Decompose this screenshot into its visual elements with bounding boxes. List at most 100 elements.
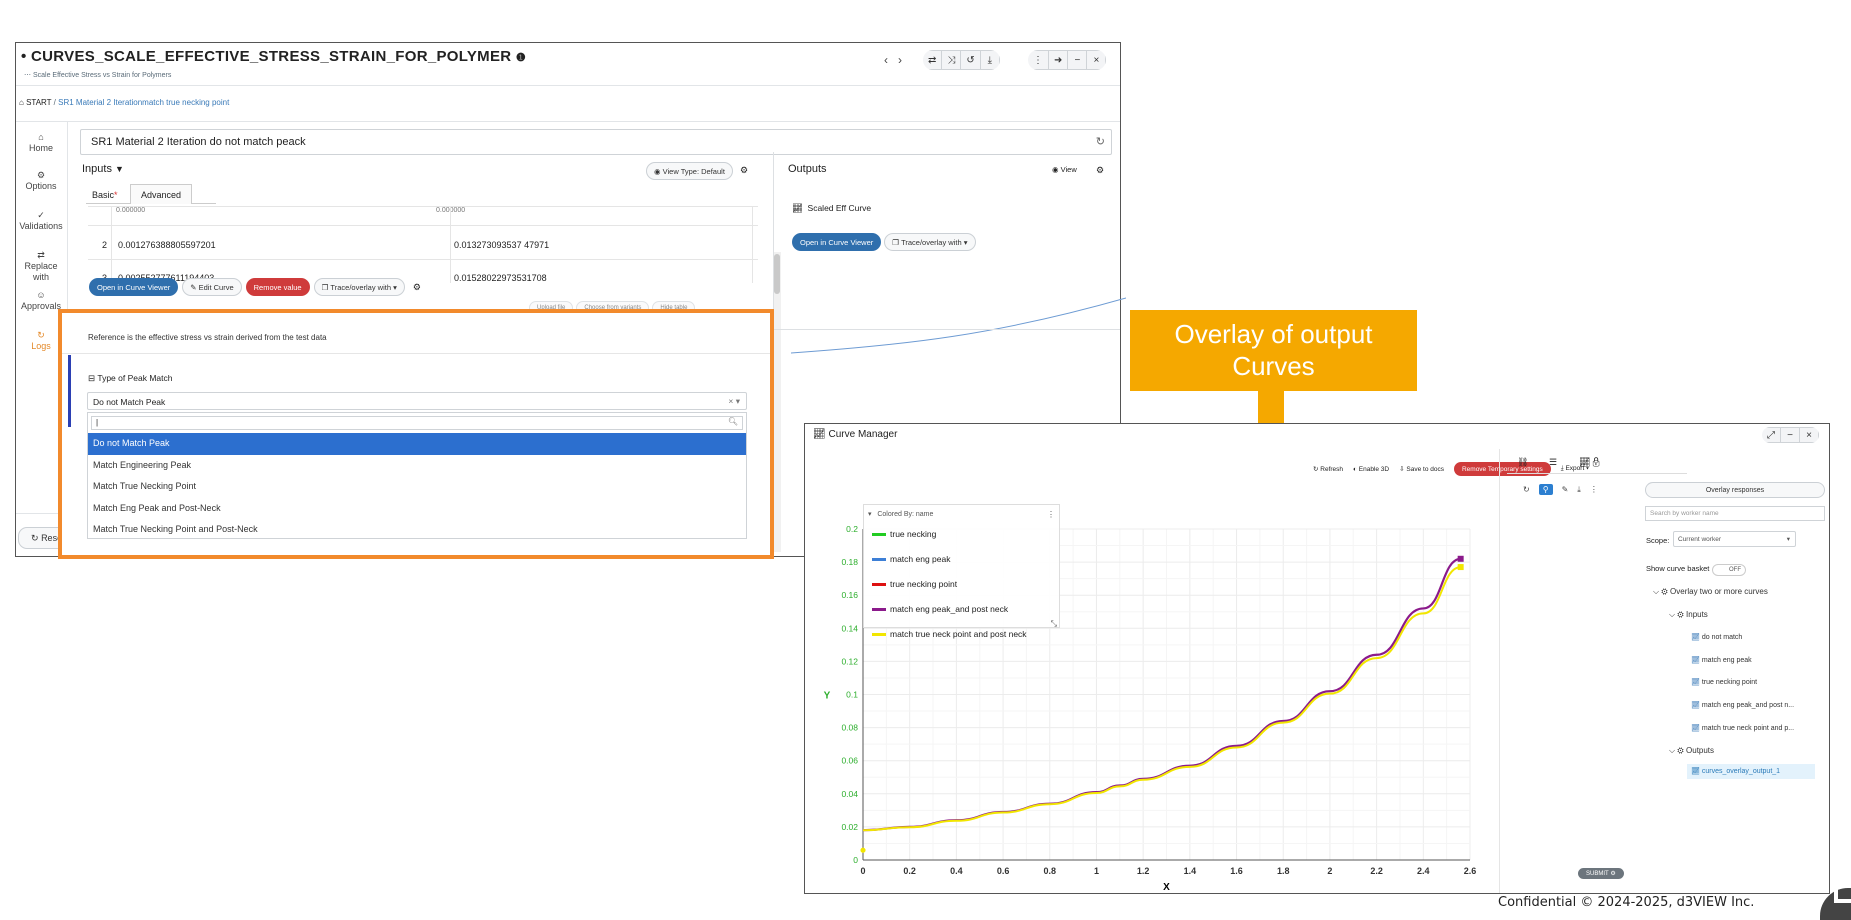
clear-icon[interactable]: × ▾ bbox=[728, 396, 740, 407]
home-icon[interactable]: ⌂ bbox=[19, 98, 24, 107]
download-icon[interactable]: ⤓ bbox=[1577, 485, 1581, 495]
refresh-button[interactable]: ↻ Refresh bbox=[1313, 465, 1343, 473]
output-open-curve-viewer-button[interactable]: Open in Curve Viewer bbox=[792, 233, 882, 251]
x-tick-label: 1.6 bbox=[1230, 866, 1243, 876]
peak-select[interactable]: Do not Match Peak × ▾ bbox=[87, 392, 747, 410]
save-docs-button[interactable]: ⇩ Save to docs bbox=[1399, 465, 1444, 473]
submit-button[interactable]: SUBMIT ⚙ bbox=[1578, 868, 1624, 879]
pin-icon[interactable]: ✎ bbox=[1562, 485, 1569, 494]
sidebar-item-replace[interactable]: ⇄ Replace with bbox=[16, 250, 66, 283]
breadcrumb-current[interactable]: SR1 Material 2 Iterationmatch true necki… bbox=[58, 98, 229, 107]
sidebar-item-options[interactable]: ⚙ Options bbox=[16, 170, 66, 192]
output-sparkline bbox=[790, 297, 1126, 354]
scrollbar[interactable] bbox=[773, 252, 781, 552]
dropdown-search-input[interactable]: | 🔍︎ bbox=[91, 416, 743, 430]
tree-leaf[interactable]: 📈︎ match eng peak_and post n... bbox=[1691, 701, 1794, 709]
legend-item[interactable]: match eng peak bbox=[872, 554, 950, 564]
series-end-marker bbox=[1457, 564, 1464, 571]
chart-line-icon: 📈︎ bbox=[1691, 702, 1700, 709]
view-type-button[interactable]: ◉ View Type: Default bbox=[646, 162, 733, 180]
scope-select[interactable]: Current worker ▾ bbox=[1673, 531, 1796, 547]
info-icon[interactable]: ❶ bbox=[516, 52, 526, 64]
enable-3d-button[interactable]: ◐ Enable 3D bbox=[1353, 466, 1389, 473]
minimize-icon[interactable]: − bbox=[1067, 50, 1088, 70]
gear-icon: ⚙ bbox=[1661, 587, 1668, 596]
chart-lock-icon[interactable]: 📈︎🔒︎ bbox=[1579, 457, 1602, 468]
gear-icon[interactable]: ⚙ bbox=[740, 165, 748, 176]
tree-root[interactable]: ⌵ ⚙ Overlay two or more curves bbox=[1653, 587, 1768, 597]
overlay-responses-button[interactable]: Overlay responses bbox=[1645, 482, 1825, 498]
output-trace-overlay-button[interactable]: ❐ Trace/overlay with ▾ bbox=[884, 233, 976, 251]
legend-item[interactable]: true necking point bbox=[872, 579, 957, 589]
chart-legend[interactable]: ▾ Colored By: name ⋮ true necking match … bbox=[863, 504, 1060, 639]
page-subtitle: ⋯ Scale Effective Stress vs Strain for P… bbox=[24, 72, 172, 79]
trace-overlay-button[interactable]: ❐ Trace/overlay with ▾ bbox=[313, 278, 405, 296]
tree-inputs[interactable]: ⌵ ⚙ Inputs bbox=[1669, 610, 1708, 620]
more-icon[interactable]: ⋮ bbox=[1028, 50, 1049, 70]
close-icon[interactable]: × bbox=[1799, 427, 1819, 443]
table-cell[interactable]: 0.001276388805597201 bbox=[118, 240, 216, 250]
download-icon[interactable]: ⤓ bbox=[979, 50, 1000, 70]
remove-value-button[interactable]: Remove value bbox=[245, 278, 310, 296]
y-tick-label: 0.2 bbox=[846, 524, 858, 534]
filter-icon[interactable]: ☰ bbox=[1549, 457, 1557, 468]
open-curve-viewer-button[interactable]: Open in Curve Viewer bbox=[89, 278, 179, 296]
table-cell[interactable]: 0.01528022973531708 bbox=[454, 273, 547, 283]
breadcrumb-start[interactable]: START bbox=[26, 98, 51, 107]
table-cell[interactable]: 0.013273093537 47971 bbox=[454, 240, 549, 250]
tree-leaf-selected[interactable]: 📈︎ curves_overlay_output_1 bbox=[1687, 764, 1815, 779]
chevron-down-icon[interactable]: ▼ bbox=[115, 164, 124, 174]
more-icon[interactable]: ⋮ bbox=[1047, 510, 1055, 519]
scope-label: Scope: bbox=[1646, 536, 1670, 545]
tab-advanced[interactable]: Advanced bbox=[130, 184, 193, 204]
legend-item[interactable]: true necking bbox=[872, 529, 936, 539]
inputs-title: Inputs ▼ bbox=[82, 163, 124, 175]
curve-basket-toggle[interactable]: OFF bbox=[1712, 564, 1746, 576]
row-actions: Open in Curve Viewer ✎ Edit Curve Remove… bbox=[89, 278, 421, 296]
undo-icon[interactable]: ↺ bbox=[960, 50, 981, 70]
dropdown-option[interactable]: Match True Necking Point and Post-Neck bbox=[88, 519, 746, 541]
refresh-icon: ↻ bbox=[31, 532, 39, 543]
forward-icon[interactable]: ➜ bbox=[1048, 50, 1069, 70]
gear-icon[interactable]: ⚙ bbox=[413, 282, 421, 293]
shuffle-icon[interactable]: ⤨ bbox=[941, 50, 962, 70]
y-tick-label: 0.12 bbox=[841, 656, 858, 666]
tree-outputs[interactable]: ⌵ ⚙ Outputs bbox=[1669, 746, 1714, 756]
zoom-icon[interactable]: ⚲ bbox=[1538, 484, 1553, 495]
tab-basic[interactable]: Basic* bbox=[86, 185, 124, 204]
swap-icon[interactable]: ⇄ bbox=[923, 50, 943, 70]
tree-leaf[interactable]: 📈︎ true necking point bbox=[1691, 678, 1757, 686]
dropdown-option[interactable]: Match Eng Peak and Post-Neck bbox=[88, 498, 746, 520]
run-name-field[interactable]: SR1 Material 2 Iteration do not match pe… bbox=[80, 129, 1112, 155]
tree-leaf[interactable]: 📈︎ do not match bbox=[1691, 633, 1742, 641]
refresh-icon[interactable]: ↻ bbox=[1096, 135, 1105, 148]
view-button[interactable]: ◉ View bbox=[1052, 165, 1077, 174]
x-tick-label: 1.8 bbox=[1277, 866, 1290, 876]
tree-leaf[interactable]: 📈︎ match eng peak bbox=[1691, 656, 1752, 664]
resize-icon[interactable]: ⤢ bbox=[1762, 427, 1781, 443]
home-icon: ⌂ bbox=[38, 132, 44, 142]
legend-item[interactable]: match true neck point and post neck bbox=[872, 629, 1027, 639]
resize-handle-icon[interactable]: ⤡ bbox=[1051, 619, 1057, 629]
sidebar-item-validations[interactable]: ✓ Validations bbox=[16, 210, 66, 232]
x-tick-label: 1.4 bbox=[1184, 866, 1197, 876]
reset-icon[interactable]: ↻ bbox=[1523, 485, 1530, 494]
nav-arrows[interactable]: ‹ › bbox=[884, 53, 902, 67]
hierarchy-icon[interactable]: ⛓ bbox=[1517, 457, 1528, 468]
dropdown-option[interactable]: Do not Match Peak bbox=[88, 433, 746, 455]
sidebar-item-home[interactable]: ⌂ Home bbox=[16, 132, 66, 154]
close-icon[interactable]: × bbox=[1086, 50, 1107, 70]
tree-leaf[interactable]: 📈︎ match true neck point and p... bbox=[1691, 724, 1794, 732]
peak-section-title[interactable]: ⊟ Type of Peak Match bbox=[88, 373, 172, 384]
copy-icon: ❐ bbox=[321, 282, 329, 292]
gear-icon[interactable]: ⚙ bbox=[1096, 165, 1104, 176]
edit-curve-button[interactable]: ✎ Edit Curve bbox=[182, 278, 242, 296]
legend-item[interactable]: match eng peak_and post neck bbox=[872, 604, 1008, 614]
minimize-icon[interactable]: − bbox=[1780, 427, 1800, 443]
dropdown-option[interactable]: Match True Necking Point bbox=[88, 476, 746, 498]
breadcrumb: ⌂ START / SR1 Material 2 Iterationmatch … bbox=[19, 98, 230, 107]
worker-search-input[interactable]: Search by worker name bbox=[1645, 506, 1825, 521]
dropdown-option[interactable]: Match Engineering Peak bbox=[88, 455, 746, 477]
eye-icon: ◉ bbox=[1052, 165, 1059, 174]
more-icon[interactable]: ⋮ bbox=[1590, 485, 1598, 494]
